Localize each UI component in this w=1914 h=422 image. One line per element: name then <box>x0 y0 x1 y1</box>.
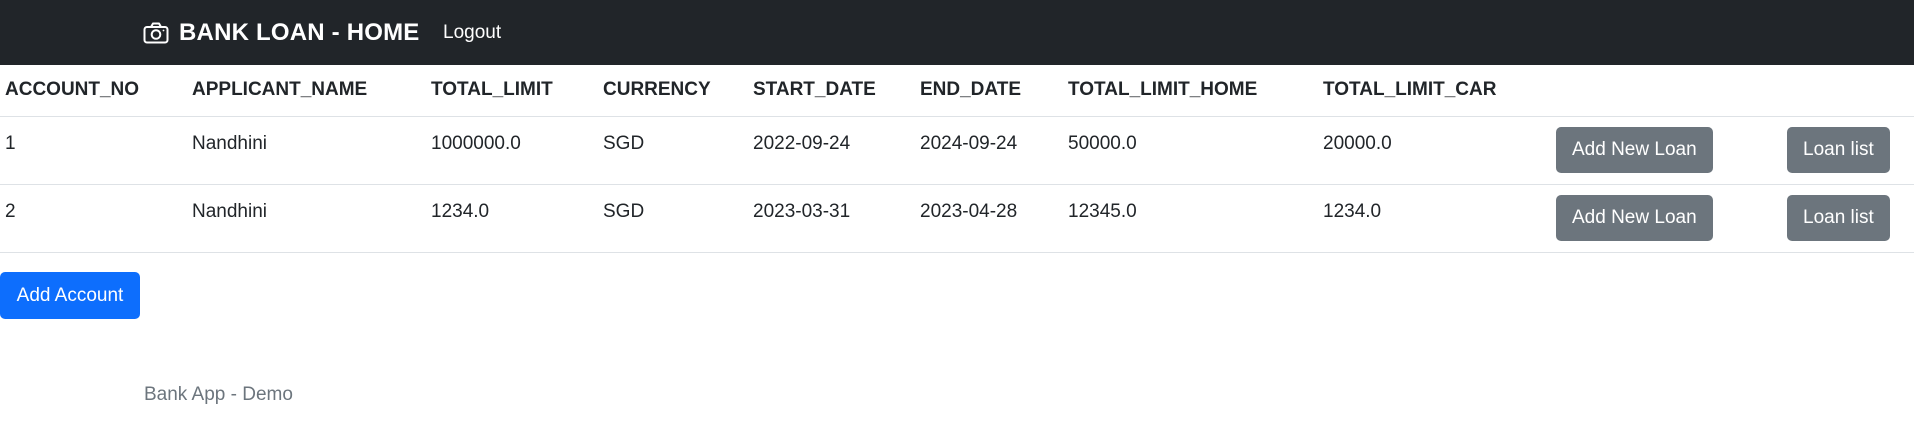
header-actions-2 <box>1764 65 1914 116</box>
cell-total-limit-car: 1234.0 <box>1323 200 1382 222</box>
cell-end-date: 2023-04-28 <box>920 200 1018 222</box>
header-end-date: END_DATE <box>920 79 1021 100</box>
header-total-limit-home: TOTAL_LIMIT_HOME <box>1068 79 1258 100</box>
logout-link[interactable]: Logout <box>443 0 501 65</box>
cell-total-limit-car: 20000.0 <box>1323 132 1392 154</box>
top-navbar: BANK LOAN - HOME Logout <box>0 0 1914 65</box>
camera-icon <box>143 22 169 43</box>
header-account-no: ACCOUNT_NO <box>5 79 140 100</box>
cell-start-date: 2022-09-24 <box>753 132 851 154</box>
footer-text: Bank App - Demo <box>144 384 293 405</box>
table-header-row: ACCOUNT_NO APPLICANT_NAME TOTAL_LIMIT CU… <box>0 65 1914 116</box>
brand-link[interactable]: BANK LOAN - HOME <box>143 0 420 65</box>
loan-list-button[interactable]: Loan list <box>1787 194 1890 241</box>
table-row: 1 Nandhini 1000000.0 SGD 2022-09-24 2024… <box>0 116 1914 184</box>
cell-currency: SGD <box>603 132 645 154</box>
cell-total-limit: 1234.0 <box>431 200 490 222</box>
cell-add-loan: Add New Loan <box>1544 184 1764 252</box>
cell-account-no: 1 <box>5 132 16 154</box>
cell-start-date: 2023-03-31 <box>753 200 851 222</box>
add-account-button[interactable]: Add Account <box>0 272 140 319</box>
cell-total-limit-home: 12345.0 <box>1068 200 1137 222</box>
cell-applicant-name: Nandhini <box>192 200 267 222</box>
header-applicant-name: APPLICANT_NAME <box>192 79 368 100</box>
header-total-limit-car: TOTAL_LIMIT_CAR <box>1323 79 1497 100</box>
header-actions-1 <box>1544 65 1764 116</box>
cell-applicant-name: Nandhini <box>192 132 267 154</box>
add-new-loan-button[interactable]: Add New Loan <box>1556 126 1713 173</box>
header-currency: CURRENCY <box>603 79 711 100</box>
header-total-limit: TOTAL_LIMIT <box>431 79 553 100</box>
add-new-loan-button[interactable]: Add New Loan <box>1556 194 1713 241</box>
cell-account-no: 2 <box>5 200 16 222</box>
accounts-table: ACCOUNT_NO APPLICANT_NAME TOTAL_LIMIT CU… <box>0 65 1914 253</box>
brand-title: BANK LOAN - HOME <box>179 18 420 46</box>
cell-currency: SGD <box>603 200 645 222</box>
cell-loan-list: Loan list <box>1764 184 1914 252</box>
header-start-date: START_DATE <box>753 79 876 100</box>
cell-add-loan: Add New Loan <box>1544 116 1764 184</box>
cell-total-limit-home: 50000.0 <box>1068 132 1137 154</box>
cell-end-date: 2024-09-24 <box>920 132 1018 154</box>
cell-total-limit: 1000000.0 <box>431 132 521 154</box>
cell-loan-list: Loan list <box>1764 116 1914 184</box>
table-row: 2 Nandhini 1234.0 SGD 2023-03-31 2023-04… <box>0 184 1914 252</box>
loan-list-button[interactable]: Loan list <box>1787 126 1890 173</box>
